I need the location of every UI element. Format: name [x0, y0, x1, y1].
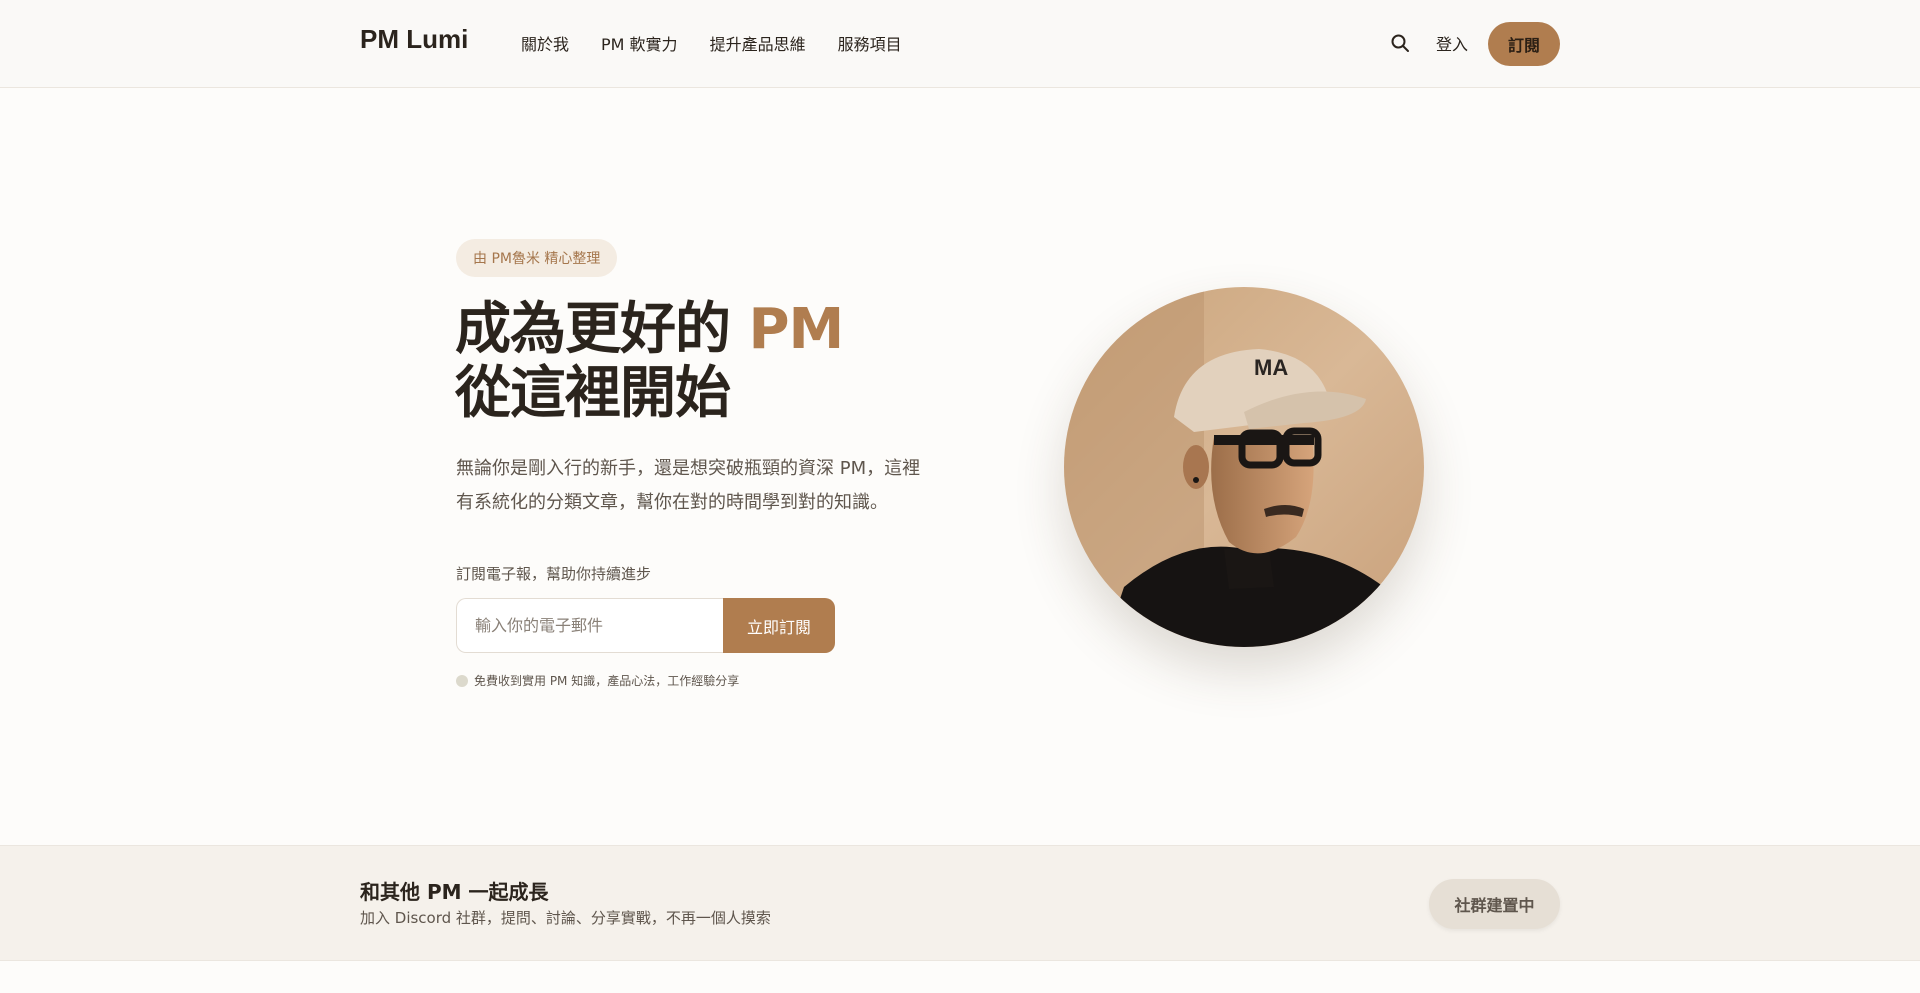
hero-title-line1: 成為更好的 — [455, 297, 749, 362]
newsletter-label: 訂閱電子報，幫助你持續進步 — [456, 565, 652, 583]
svg-text:MA: MA — [1254, 355, 1288, 380]
main-nav: 關於我 PM 軟實力 提升產品思維 服務項目 — [521, 31, 902, 55]
site-header: PM Lumi 關於我 PM 軟實力 提升產品思維 服務項目 登入 訂閱 — [0, 0, 1920, 88]
subscribe-now-button[interactable]: 立即訂閱 — [723, 598, 835, 653]
community-banner: 和其他 PM 一起成長 加入 Discord 社群，提問、討論、分享實戰，不再一… — [0, 845, 1920, 961]
nav-item-about[interactable]: 關於我 — [521, 31, 569, 55]
newsletter-note: 免費收到實用 PM 知識，產品心法，工作經驗分享 — [456, 672, 739, 689]
hero-badge: 由 PM魯米 精心整理 — [456, 239, 618, 277]
nav-item-product-thinking[interactable]: 提升產品思維 — [710, 31, 806, 55]
subscribe-button[interactable]: 訂閱 — [1488, 22, 1560, 66]
dot-icon — [456, 674, 468, 687]
nav-item-services[interactable]: 服務項目 — [838, 31, 902, 55]
hero-title-line2: 從這裡開始 — [455, 361, 731, 426]
community-status-button[interactable]: 社群建置中 — [1429, 879, 1560, 929]
nav-item-soft-skills[interactable]: PM 軟實力 — [601, 31, 678, 55]
search-icon[interactable] — [1390, 33, 1410, 53]
hero-title: 成為更好的 PM 從這裡開始 — [455, 298, 1015, 426]
newsletter-note-text: 免費收到實用 PM 知識，產品心法，工作經驗分享 — [474, 674, 740, 688]
hero-title-accent: PM — [748, 297, 845, 362]
email-input[interactable] — [456, 598, 724, 653]
brand-logo[interactable]: PM Lumi — [360, 24, 468, 55]
login-link[interactable]: 登入 — [1436, 31, 1468, 55]
community-subtitle: 加入 Discord 社群，提問、討論、分享實戰，不再一個人摸索 — [360, 909, 771, 927]
community-title: 和其他 PM 一起成長 — [360, 880, 549, 904]
author-portrait: MA — [1064, 287, 1424, 647]
hero-description: 無論你是剛入行的新手，還是想突破瓶頸的資深 PM，這裡有系統化的分類文章，幫你在… — [456, 458, 921, 513]
